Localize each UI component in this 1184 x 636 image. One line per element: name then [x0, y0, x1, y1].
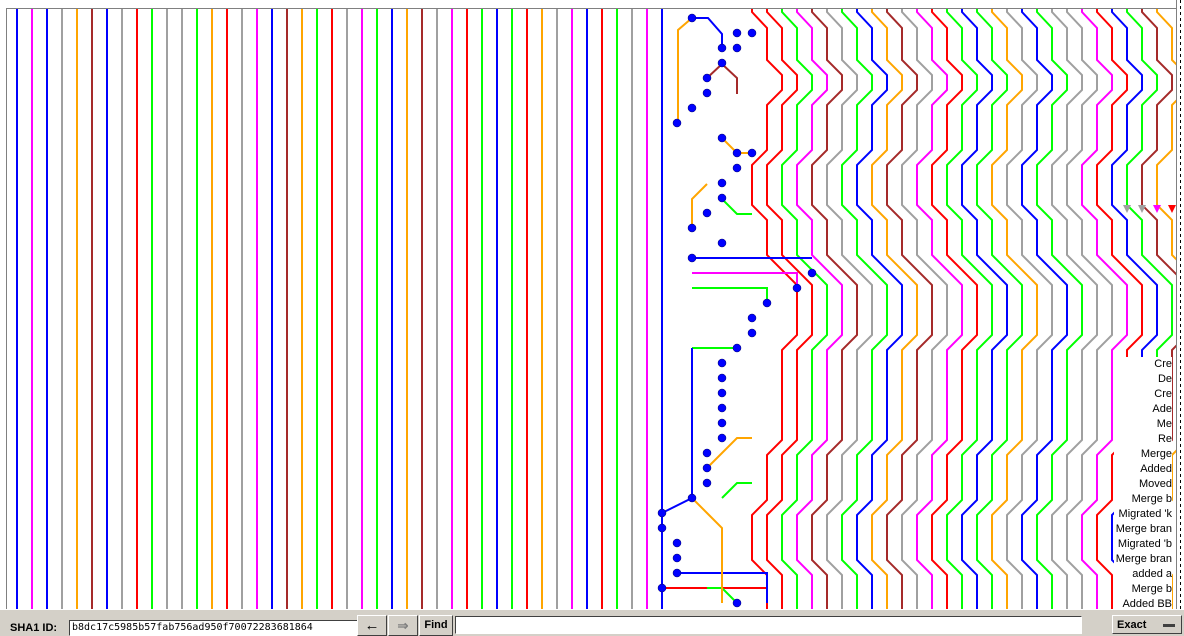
commit-node[interactable] — [687, 493, 697, 503]
commit-node[interactable] — [717, 193, 727, 203]
commit-summary[interactable]: Cre — [1113, 357, 1172, 372]
commit-graph[interactable] — [0, 0, 1184, 609]
commit-node[interactable] — [717, 433, 727, 443]
commit-node[interactable] — [702, 88, 712, 98]
commit-node[interactable] — [732, 148, 742, 158]
commit-node[interactable] — [657, 508, 667, 518]
commit-summary[interactable]: Re — [1113, 432, 1172, 447]
commit-node[interactable] — [672, 118, 682, 128]
commit-summary[interactable]: Migrated 'k — [1113, 507, 1172, 522]
commit-summary[interactable]: Moved — [1113, 477, 1172, 492]
commit-node[interactable] — [687, 223, 697, 233]
commit-node[interactable] — [717, 403, 727, 413]
commit-node[interactable] — [657, 583, 667, 593]
commit-node[interactable] — [717, 358, 727, 368]
commit-node[interactable] — [732, 43, 742, 53]
commit-node[interactable] — [747, 148, 757, 158]
commit-node[interactable] — [747, 328, 757, 338]
commit-node[interactable] — [702, 73, 712, 83]
commit-node[interactable] — [687, 13, 697, 23]
sha1-input[interactable]: b8dc17c5985b57fab756ad950f70072283681864 — [69, 620, 358, 636]
commit-summary[interactable]: Added — [1113, 462, 1172, 477]
commit-node[interactable] — [657, 523, 667, 533]
commit-node[interactable] — [747, 28, 757, 38]
commit-node[interactable] — [672, 553, 682, 563]
commit-node[interactable] — [717, 418, 727, 428]
commit-summary[interactable]: Merge b — [1113, 492, 1172, 507]
commit-node[interactable] — [717, 133, 727, 143]
branch-connector — [706, 62, 738, 94]
branch-connector — [706, 437, 752, 469]
commit-summary[interactable]: Migrated 'b — [1113, 537, 1172, 552]
commit-node[interactable] — [717, 58, 727, 68]
commit-node[interactable] — [687, 103, 697, 113]
commit-summary[interactable]: Cre — [1113, 387, 1172, 402]
commit-summary-list: Cre De Cre Ade Me Re Merge Added Moved Merge b Mig… — [1113, 357, 1172, 609]
match-mode-select[interactable]: Exact — [1112, 615, 1182, 634]
search-bar: SHA1 ID: b8dc17c5985b57fab756ad950f70072… — [0, 609, 1184, 636]
branch-connector — [721, 482, 752, 499]
commit-node[interactable] — [792, 283, 802, 293]
commit-summary[interactable]: Merge bran — [1113, 522, 1172, 537]
branch-connector — [721, 198, 752, 215]
commit-summary[interactable]: De — [1113, 372, 1172, 387]
commit-summary[interactable]: Merge b — [1113, 582, 1172, 597]
arrow-right-icon: ⇒ — [397, 618, 409, 633]
commit-node[interactable] — [717, 43, 727, 53]
commit-summary[interactable]: Ade — [1113, 402, 1172, 417]
commit-node[interactable] — [702, 478, 712, 488]
lane-arrowhead — [1168, 205, 1176, 213]
sha1-label: SHA1 ID: — [10, 622, 58, 634]
commit-node[interactable] — [702, 463, 712, 473]
commit-summary[interactable]: added a — [1113, 567, 1172, 582]
chevron-down-icon — [1163, 624, 1175, 627]
graph-frame-top — [6, 8, 1176, 9]
branch-connector — [692, 272, 798, 288]
commit-node[interactable] — [762, 298, 772, 308]
commit-node[interactable] — [717, 238, 727, 248]
commit-graph-pane[interactable]: Cre De Cre Ade Me Re Merge Added Moved Merge b Mig… — [0, 0, 1184, 609]
commit-node[interactable] — [807, 268, 817, 278]
commit-node[interactable] — [672, 538, 682, 548]
branch-connector — [661, 348, 693, 588]
commit-node[interactable] — [702, 208, 712, 218]
arrow-left-icon: ← — [364, 617, 380, 634]
graph-frame-left — [6, 8, 7, 609]
commit-node[interactable] — [702, 448, 712, 458]
branch-connector — [692, 287, 768, 303]
branch-connector — [692, 17, 723, 48]
commit-node[interactable] — [747, 313, 757, 323]
match-mode-value: Exact — [1117, 619, 1147, 631]
commit-summary[interactable]: Merge — [1113, 447, 1172, 462]
find-input[interactable] — [455, 616, 1082, 634]
commit-summary[interactable]: Added BB — [1113, 597, 1172, 609]
pane-splitter[interactable] — [1176, 0, 1184, 609]
commit-node[interactable] — [732, 163, 742, 173]
commit-node[interactable] — [717, 388, 727, 398]
branch-connector — [691, 183, 708, 229]
commit-summary[interactable]: Merge bran — [1113, 552, 1172, 567]
commit-node[interactable] — [732, 343, 742, 353]
commit-node[interactable] — [717, 178, 727, 188]
commit-node[interactable] — [687, 253, 697, 263]
commit-node[interactable] — [717, 373, 727, 383]
commit-node[interactable] — [732, 28, 742, 38]
commit-node[interactable] — [672, 568, 682, 578]
commit-summary[interactable]: Me — [1113, 417, 1172, 432]
commit-node[interactable] — [732, 598, 742, 608]
